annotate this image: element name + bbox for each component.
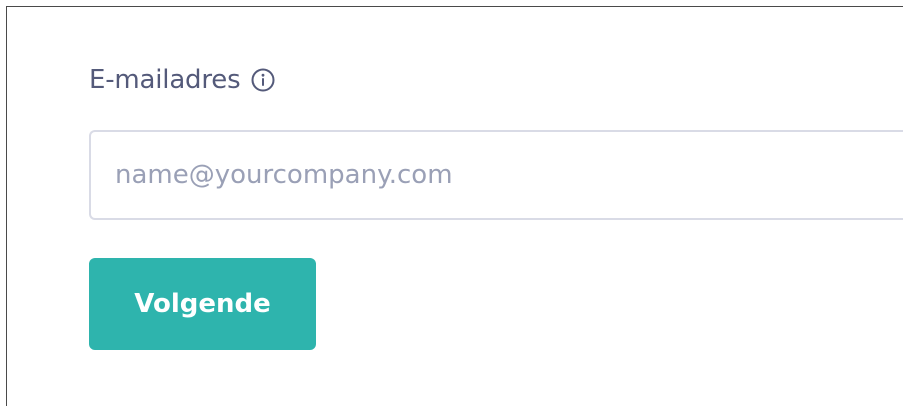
info-icon[interactable] — [250, 67, 276, 93]
login-panel: E-mailadres Volgende — [6, 6, 903, 406]
email-input[interactable] — [89, 130, 903, 220]
email-label-text: E-mailadres — [89, 65, 241, 95]
next-button[interactable]: Volgende — [89, 258, 316, 350]
email-field-label: E-mailadres — [89, 65, 276, 95]
